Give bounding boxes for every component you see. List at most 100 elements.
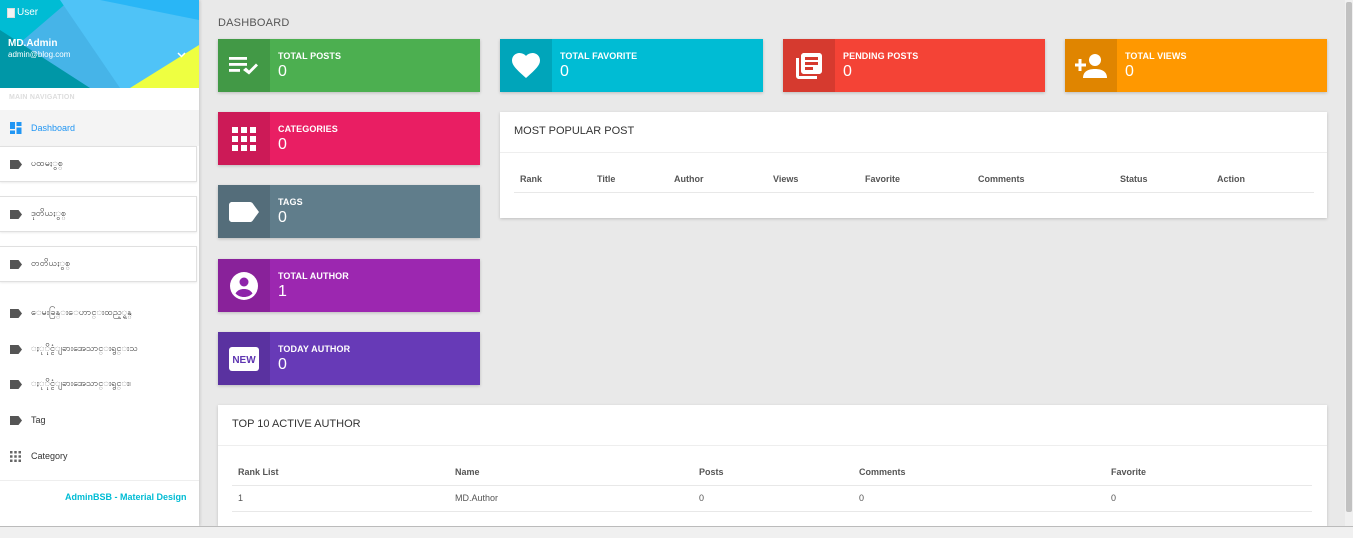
user-name: MD.Admin	[8, 38, 58, 49]
footer-link[interactable]: AdminBSB - Material Design	[65, 492, 187, 502]
sidebar-item-label: ပထမႏွစ္	[31, 157, 63, 168]
infobox-pending-posts: PENDING POSTS 0	[783, 39, 1045, 92]
table-cell: 0	[699, 493, 705, 503]
label-icon	[218, 185, 270, 238]
infobox-label: CATEGORIES	[278, 124, 338, 134]
sidebar-item-year-2[interactable]: ဒုတိယႏွစ္	[0, 196, 197, 232]
column-header[interactable]: Rank	[514, 166, 597, 192]
most-popular-post-card: MOST POPULAR POST Rank Title Author View…	[500, 112, 1327, 218]
table-row: 1 MD.Author 0 0 0	[232, 485, 1312, 511]
sidebar-item-label: Category	[31, 451, 68, 461]
sidebar-item-label: Tag	[31, 415, 46, 425]
infobox-number: 0	[278, 209, 287, 226]
column-header[interactable]: Action	[1217, 166, 1314, 192]
sidebar-item-add-old-questions[interactable]: ေမးခြန္းေဟာင္းထည့္ရန္	[0, 295, 199, 331]
infobox-number: 0	[278, 63, 287, 80]
infobox-label: TODAY AUTHOR	[278, 344, 351, 354]
nav-header: MAIN NAVIGATION	[9, 94, 75, 101]
vertical-scrollbar[interactable]	[1345, 0, 1353, 526]
sidebar-item-foreign-2[interactable]: ႏုိုင္ငံျခားအေသာင္းရွင္း၊	[0, 366, 199, 402]
user-avatar-alt: User	[17, 7, 39, 18]
infobox-number: 0	[843, 63, 852, 80]
page-title: DASHBOARD	[218, 17, 290, 29]
sidebar-item-label: ႏုိုင္ငံျခားအေသာင္းရွင္း၊	[31, 377, 131, 388]
infobox-number: 0	[1125, 63, 1134, 80]
card-title: TOP 10 ACTIVE AUTHOR	[218, 405, 1327, 446]
sidebar: User MD.Admin admin@blog.com MAIN NAVIGA…	[0, 0, 199, 526]
infobox-label: TOTAL POSTS	[278, 51, 342, 61]
table-header-row: Rank Title Author Views Favorite Comment…	[514, 166, 1314, 192]
user-avatar[interactable]: User	[7, 7, 38, 18]
label-icon	[9, 258, 22, 270]
table-header-row: Rank List Name Posts Comments Favorite	[232, 459, 1312, 485]
infobox-label: PENDING POSTS	[843, 51, 919, 61]
sidebar-item-label: ႏုိုင္ငံျခားအေသာင္းရွင္းသ	[31, 342, 138, 353]
chevron-down-icon[interactable]	[177, 50, 186, 61]
table-cell: MD.Author	[455, 493, 499, 503]
infobox-label: TAGS	[278, 197, 303, 207]
column-header[interactable]: Posts	[699, 459, 859, 485]
label-icon	[9, 158, 22, 170]
user-info: User MD.Admin admin@blog.com	[0, 0, 199, 88]
column-header[interactable]: Title	[597, 166, 674, 192]
scrollbar-thumb[interactable]	[1346, 2, 1352, 512]
person-add-icon	[1065, 39, 1117, 92]
popular-post-table: Rank Title Author Views Favorite Comment…	[514, 166, 1314, 193]
label-icon	[9, 208, 22, 220]
label-icon	[9, 414, 22, 426]
user-email: admin@blog.com	[8, 50, 71, 59]
top-active-author-card: TOP 10 ACTIVE AUTHOR Rank List Name Post…	[218, 405, 1327, 526]
label-icon	[9, 378, 22, 390]
label-icon	[9, 307, 22, 319]
sidebar-item-tag[interactable]: Tag	[0, 402, 199, 438]
table-cell: 0	[1111, 493, 1117, 503]
sidebar-item-label: ေမးခြန္းေဟာင္းထည့္ရန္	[31, 306, 132, 317]
account-circle-icon	[218, 259, 270, 312]
column-header[interactable]: Name	[455, 459, 699, 485]
sidebar-item-dashboard[interactable]: Dashboard	[0, 110, 199, 146]
sidebar-item-category[interactable]: Category	[0, 438, 199, 474]
column-header[interactable]: Rank List	[232, 459, 455, 485]
apps-icon	[9, 450, 22, 462]
infobox-label: TOTAL VIEWS	[1125, 51, 1187, 61]
sidebar-item-label: တတိယႏွစ္	[31, 257, 71, 268]
sidebar-item-label: Dashboard	[31, 123, 76, 133]
top-author-table: Rank List Name Posts Comments Favorite 1…	[232, 459, 1312, 512]
broken-image-icon	[7, 7, 15, 18]
column-header[interactable]: Favorite	[1111, 459, 1312, 485]
infobox-total-favorite: TOTAL FAVORITE 0	[500, 39, 763, 92]
column-header[interactable]: Comments	[978, 166, 1120, 192]
dashboard-icon	[9, 122, 22, 134]
sidebar-item-year-3[interactable]: တတိယႏွစ္	[0, 246, 197, 282]
column-header[interactable]: Author	[674, 166, 773, 192]
table-cell: 0	[859, 493, 865, 503]
column-header[interactable]: Comments	[859, 459, 1111, 485]
label-icon	[9, 343, 22, 355]
infobox-total-views: TOTAL VIEWS 0	[1065, 39, 1327, 92]
infobox-number: 0	[278, 136, 287, 153]
infobox-categories: CATEGORIES 0	[218, 112, 480, 165]
column-header[interactable]: Status	[1120, 166, 1217, 192]
sidebar-footer: AdminBSB - Material Design	[0, 480, 199, 526]
column-header[interactable]: Views	[773, 166, 865, 192]
infobox-label: TOTAL AUTHOR	[278, 271, 349, 281]
favorite-icon	[500, 39, 552, 92]
apps-icon	[218, 112, 270, 165]
infobox-number: 0	[278, 356, 287, 373]
infobox-total-posts: TOTAL POSTS 0	[218, 39, 480, 92]
table-cell: 1	[238, 493, 244, 503]
horizontal-scrollbar[interactable]	[0, 526, 1353, 538]
infobox-tags: TAGS 0	[218, 185, 480, 238]
infobox-number: 0	[560, 63, 569, 80]
column-header[interactable]: Favorite	[865, 166, 978, 192]
playlist-add-check-icon	[218, 39, 270, 92]
infobox-label: TOTAL FAVORITE	[560, 51, 638, 61]
card-title: MOST POPULAR POST	[500, 112, 1327, 153]
sidebar-item-label: ဒုတိယႏွစ္	[31, 207, 67, 218]
infobox-number: 1	[278, 283, 287, 300]
infobox-today-author: NEW TODAY AUTHOR 0	[218, 332, 480, 385]
sidebar-item-year-1[interactable]: ပထမႏွစ္	[0, 146, 197, 182]
sidebar-item-foreign-1[interactable]: ႏုိုင္ငံျခားအေသာင္းရွင္းသ	[0, 331, 199, 367]
fiber-new-icon: NEW	[218, 332, 270, 385]
infobox-total-author: TOTAL AUTHOR 1	[218, 259, 480, 312]
